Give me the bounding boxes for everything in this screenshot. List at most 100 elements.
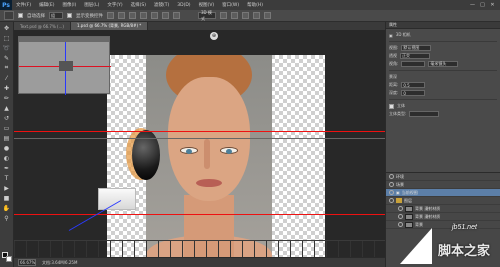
menu-3d[interactable]: 3D(D) <box>173 3 194 8</box>
secondary-view-titlebar[interactable] <box>19 37 109 42</box>
menu-file[interactable]: 文件(F) <box>12 2 35 8</box>
visibility-eye-icon[interactable] <box>389 198 394 203</box>
3d-slide-icon[interactable] <box>253 12 260 19</box>
brush-icon[interactable]: ✏ <box>2 94 12 102</box>
layer-row-material-1[interactable]: 背景 漫射材质 <box>386 205 500 213</box>
camera-section: ▣ 3D 相机 <box>389 31 497 39</box>
blur-icon[interactable]: ● <box>2 144 12 152</box>
healing-icon[interactable]: ✚ <box>2 84 12 92</box>
nose <box>204 139 210 169</box>
perspective-label[interactable]: 透视 <box>389 53 397 59</box>
layer-label: 场景 <box>396 181 404 187</box>
align-right-icon[interactable] <box>162 12 169 19</box>
layer-row-scene[interactable]: 场景 <box>386 181 500 189</box>
document-tabs: Text.psd @ 66.7% (...) 1.psd @ 66.7% (背景… <box>14 22 385 30</box>
align-bottom-icon[interactable] <box>129 12 136 19</box>
move-tool-icon[interactable]: ✥ <box>2 24 12 32</box>
visibility-eye-icon[interactable] <box>389 174 394 179</box>
zoom-field[interactable]: 66.67% <box>18 259 36 266</box>
menu-help[interactable]: 帮助(H) <box>243 2 267 8</box>
hand-icon[interactable]: ✋ <box>2 204 12 212</box>
layer-row-current-view[interactable]: ▣ 当前视图 <box>386 189 500 197</box>
3d-rotate-icon[interactable] <box>220 12 227 19</box>
background-color-swatch[interactable] <box>6 256 12 262</box>
align-top-icon[interactable] <box>107 12 114 19</box>
properties-panel-header[interactable]: 属性 <box>386 22 500 29</box>
layer-row-environment[interactable]: 环境 <box>386 173 500 181</box>
menu-view[interactable]: 视图(V) <box>195 2 219 8</box>
visibility-eye-icon[interactable] <box>389 190 394 195</box>
visibility-eye-icon[interactable] <box>398 214 403 219</box>
stereo-row: 立体 <box>389 102 497 110</box>
eyedropper-icon[interactable]: ⁄ <box>2 74 12 82</box>
menu-select[interactable]: 选择(S) <box>127 2 150 8</box>
auto-select-checkbox[interactable] <box>18 13 23 18</box>
color-swatches[interactable] <box>2 252 12 262</box>
distance-field[interactable]: 0.5 <box>401 82 426 88</box>
stereo-type-dropdown[interactable] <box>409 111 440 117</box>
fov-field[interactable] <box>401 61 426 67</box>
menu-layer[interactable]: 图层(L) <box>80 2 103 8</box>
3d-roll-icon[interactable] <box>231 12 238 19</box>
layer-row-material-2[interactable]: 背景 漫射材质 <box>386 213 500 221</box>
auto-select-dropdown[interactable]: 组 <box>49 12 63 19</box>
watermark-triangle <box>400 228 432 264</box>
depth-label: 深度: <box>389 90 399 95</box>
canvas-workspace[interactable]: ⊕ <box>14 30 385 257</box>
projection-row: 透视 正交 <box>389 52 497 60</box>
stereo-type-row: 立体类型: <box>389 110 497 118</box>
visibility-eye-icon[interactable] <box>398 206 403 211</box>
shape-icon[interactable]: ■ <box>2 194 12 202</box>
3d-pan-icon[interactable] <box>242 12 249 19</box>
close-icon[interactable]: ✕ <box>489 2 496 8</box>
dodge-icon[interactable]: ◐ <box>2 154 12 162</box>
layer-row-group[interactable]: 图层 <box>386 197 500 205</box>
history-brush-icon[interactable]: ↺ <box>2 114 12 122</box>
view-row: 视图: 默认视图 <box>389 44 497 52</box>
layer-thumbnail <box>405 213 413 220</box>
align-center-icon[interactable] <box>151 12 158 19</box>
red-guide-bottom <box>14 214 385 215</box>
minimize-icon[interactable]: — <box>469 2 476 8</box>
crop-icon[interactable]: ⌗ <box>2 64 12 72</box>
menu-edit[interactable]: 编辑(E) <box>35 2 58 8</box>
orthographic-option[interactable]: 正交 <box>400 53 430 59</box>
tab-document-1[interactable]: 1.psd @ 66.7% (背景, RGB/8#) * <box>70 22 149 30</box>
depth-field[interactable]: 0 <box>401 90 426 96</box>
align-left-icon[interactable] <box>140 12 147 19</box>
camera-icon: ▣ <box>396 190 400 195</box>
lasso-icon[interactable]: ➰ <box>2 44 12 52</box>
lens-dropdown[interactable]: 毫米镜头 <box>428 61 459 67</box>
3d-cube-object[interactable] <box>98 188 136 210</box>
eraser-icon[interactable]: ▭ <box>2 124 12 132</box>
align-middle-icon[interactable] <box>118 12 125 19</box>
stereo-checkbox[interactable] <box>389 103 394 109</box>
marquee-icon[interactable]: ⬚ <box>2 34 12 42</box>
path-select-icon[interactable]: ▶ <box>2 184 12 192</box>
quick-select-icon[interactable]: ✎ <box>2 54 12 62</box>
secondary-view-panel[interactable] <box>18 36 111 95</box>
options-bar: 自动选择 组 显示变换控件 3D 模式 <box>0 10 500 22</box>
visibility-eye-icon[interactable] <box>389 182 394 187</box>
view-dropdown[interactable]: 默认视图 <box>401 45 432 51</box>
3d-mode-label: 3D 模式 <box>198 10 216 21</box>
toolbox: ✥ ⬚ ➰ ✎ ⌗ ⁄ ✚ ✏ ▲ ↺ ▭ ▤ ● ◐ ✒ T ▶ ■ ✋ ⚲ <box>0 22 14 267</box>
menu-type[interactable]: 文字(Y) <box>103 2 126 8</box>
menu-filter[interactable]: 滤镜(T) <box>150 2 173 8</box>
menu-window[interactable]: 窗口(W) <box>218 2 243 8</box>
3d-scale-icon[interactable] <box>264 12 271 19</box>
maximize-icon[interactable]: □ <box>479 2 486 8</box>
pen-icon[interactable]: ✒ <box>2 164 12 172</box>
tab-document-text[interactable]: Text.psd @ 66.7% (...) <box>14 22 71 30</box>
distribute-icon[interactable] <box>173 12 180 19</box>
move-tool-preset-icon[interactable] <box>4 11 14 20</box>
gradient-icon[interactable]: ▤ <box>2 134 12 142</box>
zoom-icon[interactable]: ⚲ <box>2 214 12 222</box>
dof-label: 景深 <box>389 74 397 79</box>
stamp-icon[interactable]: ▲ <box>2 104 12 112</box>
show-transform-checkbox[interactable] <box>67 13 72 18</box>
layer-label: 环境 <box>396 173 404 179</box>
3d-orbit-icon[interactable]: ⊕ <box>210 32 218 40</box>
menu-image[interactable]: 图像(I) <box>58 2 80 8</box>
text-icon[interactable]: T <box>2 174 12 182</box>
